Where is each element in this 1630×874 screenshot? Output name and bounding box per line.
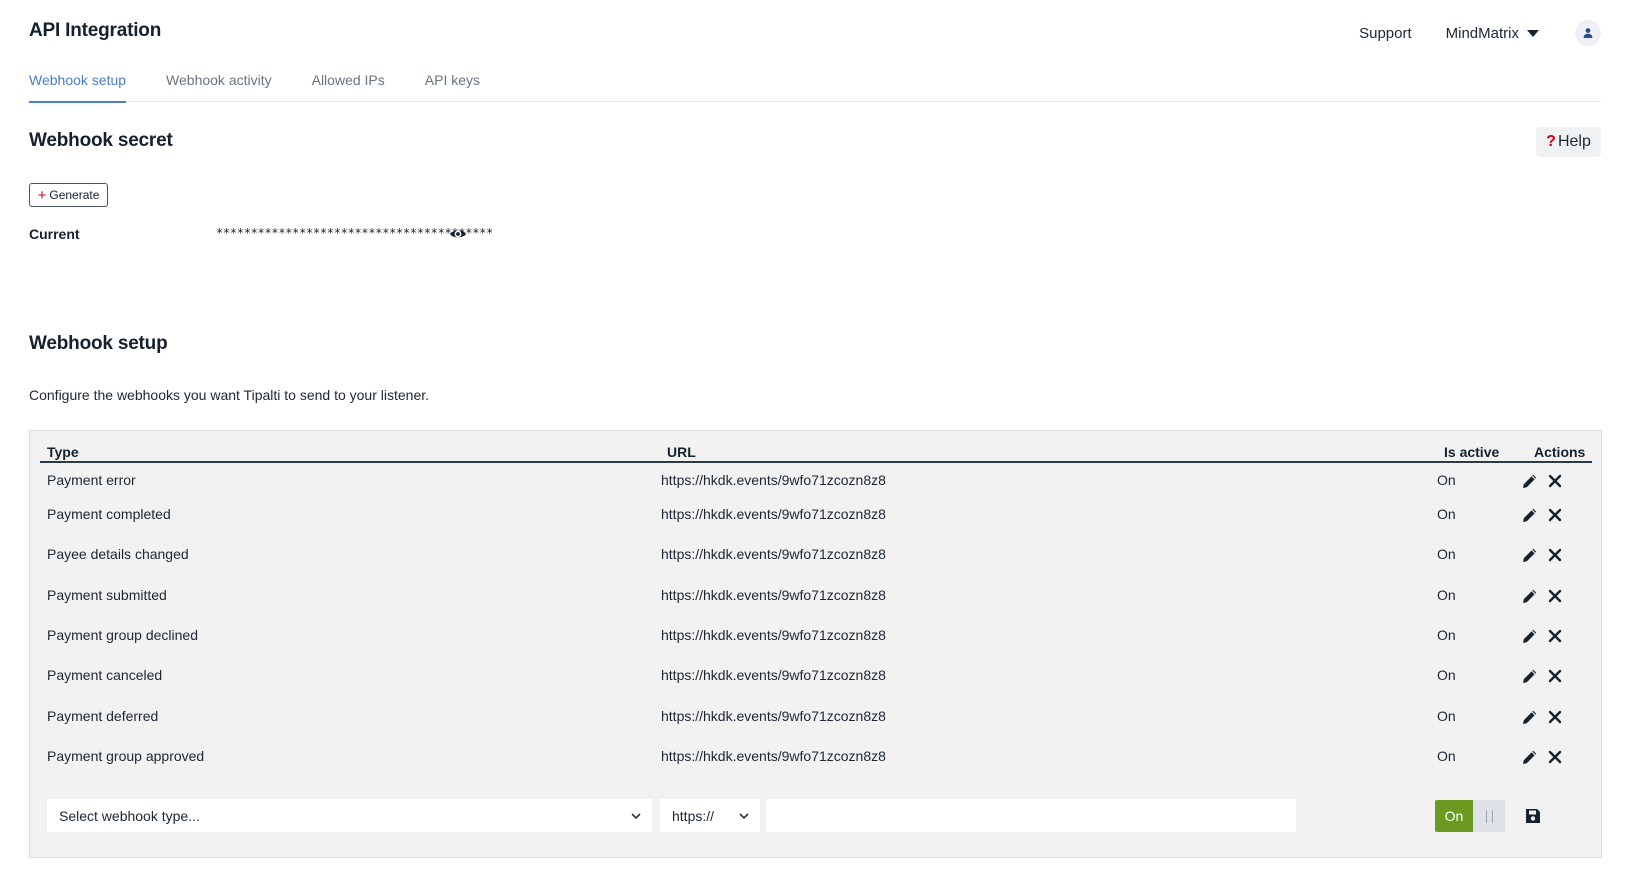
- row-url: https://hkdk.events/9wfo71zcozn8z8: [661, 506, 886, 522]
- column-header-is-active: Is active: [1444, 444, 1500, 460]
- row-url: https://hkdk.events/9wfo71zcozn8z8: [661, 472, 886, 488]
- generate-button[interactable]: + Generate: [29, 183, 108, 207]
- close-icon[interactable]: [1545, 747, 1565, 767]
- help-label: Help: [1557, 133, 1591, 150]
- pencil-icon[interactable]: [1520, 707, 1540, 727]
- row-active-status: On: [1437, 506, 1456, 522]
- table-row: Payment error https://hkdk.events/9wfo71z…: [30, 469, 1601, 493]
- close-icon[interactable]: [1545, 666, 1565, 686]
- org-name: MindMatrix: [1445, 24, 1519, 42]
- webhook-url-input[interactable]: [766, 799, 1296, 832]
- protocol-select[interactable]: https://: [660, 799, 760, 832]
- row-active-status: On: [1437, 546, 1456, 562]
- row-active-status: On: [1437, 627, 1456, 643]
- caret-down-icon: [1527, 29, 1539, 37]
- tab-webhook-activity[interactable]: Webhook activity: [166, 70, 272, 102]
- tab-webhook-setup[interactable]: Webhook setup: [29, 70, 127, 103]
- close-icon[interactable]: [1545, 545, 1565, 565]
- pencil-icon[interactable]: [1520, 471, 1540, 491]
- chevron-down-icon: [739, 813, 749, 820]
- row-active-status: On: [1437, 667, 1456, 683]
- pencil-icon[interactable]: [1520, 545, 1540, 565]
- generate-label: Generate: [49, 188, 100, 202]
- row-url: https://hkdk.events/9wfo71zcozn8z8: [661, 708, 886, 724]
- pencil-icon[interactable]: [1520, 626, 1540, 646]
- webhook-setup-title: Webhook setup: [29, 333, 168, 354]
- close-icon[interactable]: [1545, 586, 1565, 606]
- tab-allowed-ips[interactable]: Allowed IPs: [312, 70, 385, 102]
- table-row: Payment completed https://hkdk.events/9wf…: [30, 503, 1601, 527]
- eye-icon[interactable]: [449, 225, 467, 243]
- row-type: Payment canceled: [47, 667, 163, 683]
- row-url: https://hkdk.events/9wfo71zcozn8z8: [661, 587, 886, 603]
- help-icon: ?: [1546, 133, 1556, 150]
- table-header: Type URL Is active Actions: [40, 443, 1592, 463]
- page-title: API Integration: [29, 20, 162, 41]
- toggle-handle-icon: [1485, 809, 1493, 823]
- plus-icon: +: [37, 186, 47, 204]
- user-menu-button[interactable]: [1575, 20, 1601, 46]
- table-row: Payment group approved https://hkdk.event…: [30, 745, 1601, 769]
- row-url: https://hkdk.events/9wfo71zcozn8z8: [661, 627, 886, 643]
- column-header-type: Type: [47, 444, 79, 460]
- row-active-status: On: [1437, 748, 1456, 764]
- row-active-status: On: [1437, 472, 1456, 488]
- webhooks-table-panel: Type URL Is active Actions Payment error…: [29, 430, 1602, 858]
- toggle-off-side: [1473, 800, 1505, 832]
- close-icon[interactable]: [1545, 707, 1565, 727]
- table-row: Payment group declined https://hkdk.event…: [30, 624, 1601, 648]
- setup-description: Configure the webhooks you want Tipalti …: [29, 387, 430, 403]
- close-icon[interactable]: [1545, 505, 1565, 525]
- close-icon[interactable]: [1545, 471, 1565, 491]
- pencil-icon[interactable]: [1520, 586, 1540, 606]
- table-row: Payment canceled https://hkdk.events/9wfo…: [30, 664, 1601, 688]
- row-url: https://hkdk.events/9wfo71zcozn8z8: [661, 748, 886, 764]
- pencil-icon[interactable]: [1520, 505, 1540, 525]
- help-button[interactable]: ? Help: [1536, 127, 1601, 157]
- chevron-down-icon: [631, 813, 641, 820]
- column-header-actions: Actions: [1534, 444, 1586, 460]
- row-type: Payment completed: [47, 506, 171, 522]
- protocol-value: https://: [672, 807, 715, 824]
- row-url: https://hkdk.events/9wfo71zcozn8z8: [661, 667, 886, 683]
- support-link[interactable]: Support: [1359, 25, 1412, 42]
- table-row: Payee details changed https://hkdk.events…: [30, 543, 1601, 567]
- pencil-icon[interactable]: [1520, 666, 1540, 686]
- toggle-on-label: On: [1435, 800, 1473, 832]
- tab-api-keys[interactable]: API keys: [425, 70, 480, 102]
- column-header-url: URL: [667, 444, 696, 460]
- row-type: Payment group declined: [47, 627, 198, 643]
- row-type: Payment deferred: [47, 708, 159, 724]
- webhook-type-select[interactable]: Select webhook type...: [47, 799, 652, 832]
- webhook-type-placeholder: Select webhook type...: [59, 807, 200, 824]
- row-type: Payment group approved: [47, 748, 205, 764]
- pencil-icon[interactable]: [1520, 747, 1540, 767]
- save-icon[interactable]: [1523, 806, 1543, 826]
- active-toggle[interactable]: On: [1435, 800, 1505, 832]
- table-row: Payment deferred https://hkdk.events/9wfo…: [30, 705, 1601, 729]
- table-row: Payment submitted https://hkdk.events/9wf…: [30, 584, 1601, 608]
- user-icon: [1583, 28, 1593, 38]
- row-url: https://hkdk.events/9wfo71zcozn8z8: [661, 546, 886, 562]
- new-webhook-row: Select webhook type... https:// On: [30, 799, 1601, 833]
- row-active-status: On: [1437, 587, 1456, 603]
- current-secret-label: Current: [29, 226, 80, 242]
- row-type: Payment submitted: [47, 587, 167, 603]
- close-icon[interactable]: [1545, 626, 1565, 646]
- tab-bar: Webhook setup Webhook activity Allowed I…: [29, 70, 1601, 103]
- row-type: Payment error: [47, 472, 136, 488]
- org-switcher[interactable]: MindMatrix: [1446, 25, 1539, 42]
- row-type: Payee details changed: [47, 546, 189, 562]
- header-actions: Support MindMatrix: [1359, 20, 1601, 46]
- row-active-status: On: [1437, 708, 1456, 724]
- page-header: API Integration Support MindMatrix: [29, 20, 1601, 54]
- webhook-secret-title: Webhook secret: [29, 130, 173, 151]
